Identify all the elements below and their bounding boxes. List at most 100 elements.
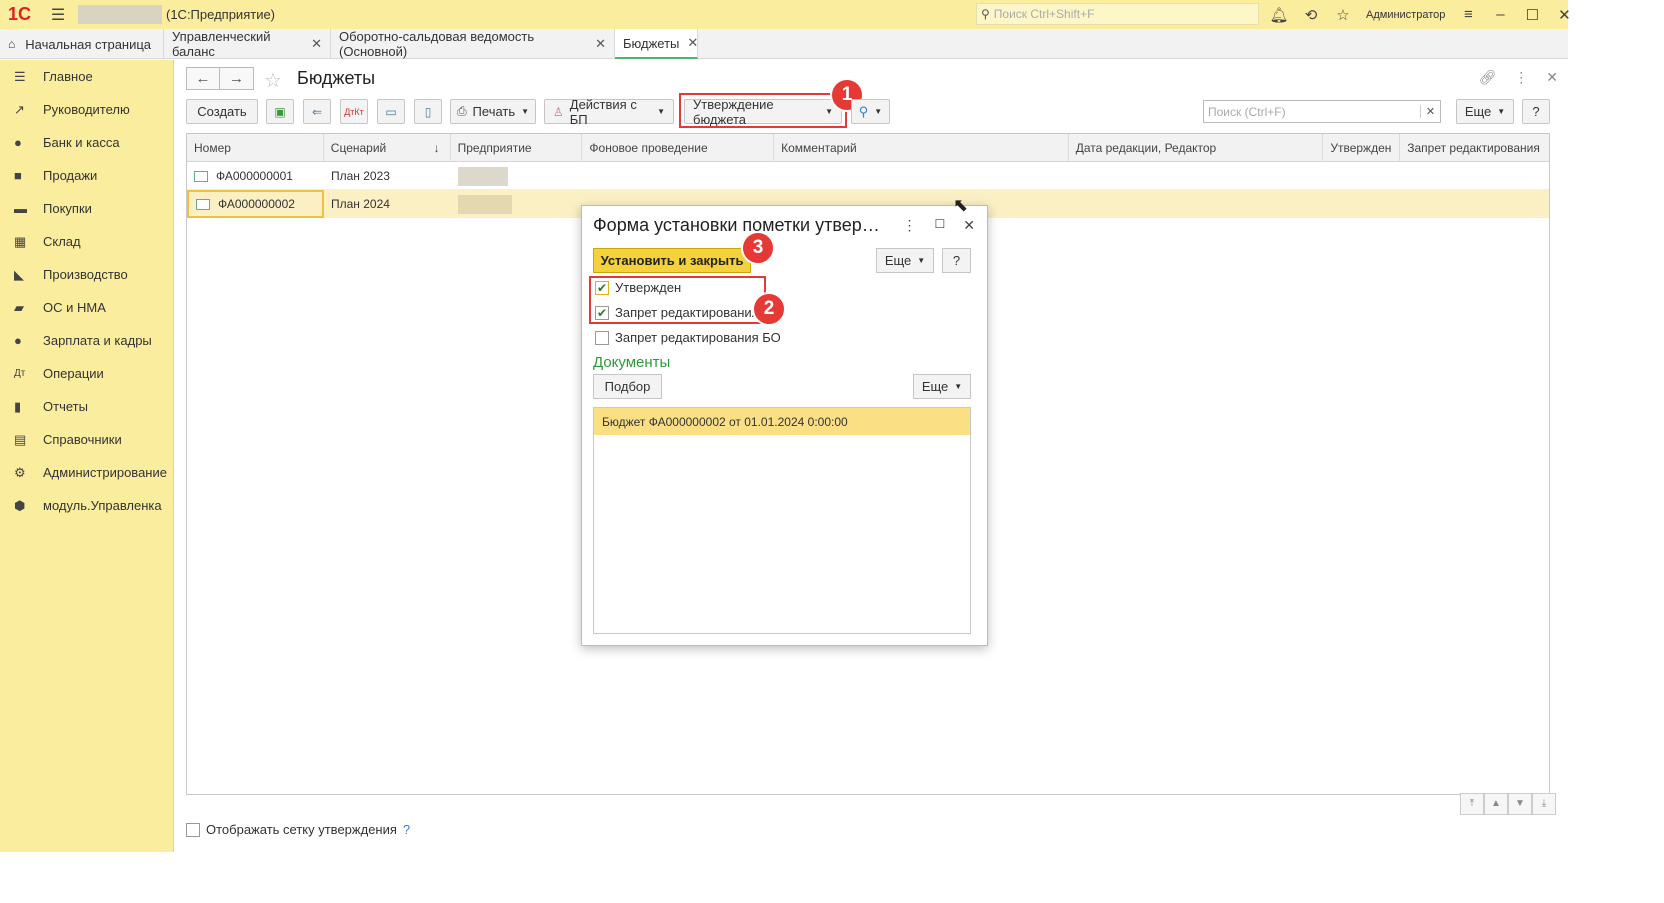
table-row[interactable]: ФА000000001 План 2023 [187,162,1549,190]
print-label: Печать [472,104,516,119]
scroll-down-button[interactable]: ▼ [1508,793,1532,815]
sidebar-item-salary[interactable]: ● Зарплата и кадры [0,324,173,357]
tab-budgets-label: Бюджеты [623,35,680,51]
more-button[interactable]: Еще ▼ [1456,99,1514,124]
pick-button[interactable]: Подбор [593,374,662,399]
history-icon[interactable]: ⟲ [1298,6,1324,24]
back-button[interactable]: ← [186,67,220,90]
sidebar-item-manager[interactable]: ↗ Руководителю [0,93,173,126]
sidebar-item-purchases[interactable]: ▬ Покупки [0,192,173,225]
cart-icon: ▬ [14,201,27,216]
column-header[interactable]: Запрет редактирования [1400,134,1549,162]
bag-icon: ■ [14,168,22,183]
scroll-up-button[interactable]: ▲ [1484,793,1508,815]
tab-budgets[interactable]: Бюджеты ✕ [615,29,698,59]
dt-kt-button[interactable]: ДтКт [340,99,368,124]
scroll-top-button[interactable]: ⤒ [1460,793,1484,815]
link-icon[interactable]: 🔗︎ [1478,69,1496,86]
sidebar-item-reports[interactable]: ▮ Отчеты [0,390,173,423]
settings-menu-icon[interactable]: ≡ [1455,6,1481,23]
maximize-icon[interactable]: ☐ [1519,6,1545,24]
forward-button[interactable]: → [220,67,254,90]
sidebar-item-operations[interactable]: Дт Операции [0,357,173,390]
tab-home[interactable]: ⌂ Начальная страница [0,29,164,59]
close-tab-icon[interactable]: ✕ [595,36,606,52]
close-window-icon[interactable]: ✕ [1551,6,1577,24]
close-icon[interactable]: ✕ [1546,69,1558,86]
top-icons: 🔔︎ ⟲ ☆ Администратор ≡ – ☐ ✕ [1266,0,1577,29]
find-button[interactable]: ⚲ ▼ [851,99,890,124]
docs-more-button[interactable]: Еще ▼ [913,374,971,399]
column-header[interactable]: Утвержден [1323,134,1401,162]
dropdown-arrow-icon: ▼ [521,107,530,116]
printer-icon: ⎙ [456,104,467,118]
column-header[interactable]: Комментарий [774,134,1069,162]
structure-button[interactable]: ▯ [414,99,442,124]
highlight-checkboxes [589,276,766,324]
list-search-input[interactable]: Поиск (Ctrl+F) ✕ [1203,100,1441,123]
close-tab-icon[interactable]: ✕ [687,35,698,51]
tab-home-label: Начальная страница [25,36,152,52]
dropdown-arrow-icon: ▼ [874,107,883,116]
copy-doc-button[interactable]: ▣ [266,99,294,124]
minimize-icon[interactable]: – [1487,6,1513,23]
column-header[interactable]: Предприятие [451,134,583,162]
show-grid-checkbox-row[interactable]: Отображать сетку утверждения ? [186,822,410,837]
maximize-icon[interactable]: ☐ [935,217,946,234]
sidebar-item-warehouse[interactable]: ▦ Склад [0,225,173,258]
more-vertical-icon[interactable]: ⋮ [903,217,917,234]
approval-mark-dialog: Форма установки пометки утвер… ⋮ ☐ ✕ Уст… [581,205,988,646]
bell-icon[interactable]: 🔔︎ [1266,6,1292,24]
sidebar-item-label: Справочники [43,432,122,447]
dialog-help-button[interactable]: ? [942,248,971,273]
company-blurred [458,194,512,214]
sidebar-item-sales[interactable]: ■ Продажи [0,159,173,192]
posted-doc-icon [194,170,208,182]
edit-ban-bo-checkbox[interactable] [595,330,609,345]
help-link[interactable]: ? [403,822,410,837]
print-button[interactable]: ⎙ Печать ▼ [450,99,536,124]
magnifier-icon: ⚲ [858,103,869,119]
user-name[interactable]: Администратор [1366,9,1445,21]
main-menu-icon[interactable]: ☰ [44,5,72,25]
set-and-close-button[interactable]: Установить и закрыть [593,248,751,273]
column-header[interactable]: Номер [187,134,324,162]
column-header[interactable]: Дата редакции, Редактор [1069,134,1324,162]
scroll-bottom-button[interactable]: ⤓ [1532,793,1556,815]
sidebar-item-bank[interactable]: ● Банк и касса [0,126,173,159]
sidebar-item-main[interactable]: ☰ Главное [0,60,173,93]
grid-icon: ▦ [14,233,27,249]
edit-ban-bo-checkbox-row[interactable]: Запрет редактирования БО [595,330,781,345]
post-button[interactable]: ⇐ [303,99,331,124]
sidebar-item-catalogs[interactable]: ▤ Справочники [0,423,173,456]
page-title: Бюджеты [297,68,376,88]
arrow-right-icon: → [229,70,244,87]
favorite-star-icon[interactable]: ☆ [264,68,282,93]
more-vertical-icon[interactable]: ⋮ [1514,69,1528,86]
clear-search-icon[interactable]: ✕ [1420,105,1440,118]
dialog-more-button[interactable]: Еще ▼ [876,248,934,273]
global-search-input[interactable]: ⚲ Поиск Ctrl+Shift+F [976,3,1259,25]
column-header[interactable]: Сценарий ↓ [324,134,451,162]
dropdown-arrow-icon: ▼ [954,382,963,391]
cell-scenario: План 2024 [331,197,390,211]
close-icon[interactable]: ✕ [963,217,975,234]
dropdown-arrow-icon: ▼ [1497,107,1506,116]
help-button[interactable]: ? [1522,99,1550,124]
register-button[interactable]: ▭ [377,99,405,124]
close-tab-icon[interactable]: ✕ [311,36,322,52]
sidebar-item-admin[interactable]: ⚙ Администрирование [0,456,173,489]
list-item[interactable]: Бюджет ФА000000002 от 01.01.2024 0:00:00 [594,408,970,435]
column-header[interactable]: Фоновое проведение [582,134,775,162]
tab-osv[interactable]: Оборотно-сальдовая ведомость (Основной) … [331,29,615,59]
sidebar-item-label: Производство [43,267,128,282]
bp-actions-button[interactable]: ♙ Действия с БП ▼ [544,97,674,127]
sidebar-item-production[interactable]: ◣ Производство [0,258,173,291]
show-grid-checkbox[interactable] [186,822,200,837]
create-button[interactable]: Создать [186,99,258,124]
tab-balance[interactable]: Управленческий баланс ✕ [164,29,331,59]
sidebar-item-module[interactable]: ⬢ модуль.Управленка [0,489,173,522]
favorites-star-icon[interactable]: ☆ [1330,6,1356,24]
dialog-title: Форма установки пометки утвер… [593,215,880,235]
sidebar-item-assets[interactable]: ▰ ОС и НМА [0,291,173,324]
